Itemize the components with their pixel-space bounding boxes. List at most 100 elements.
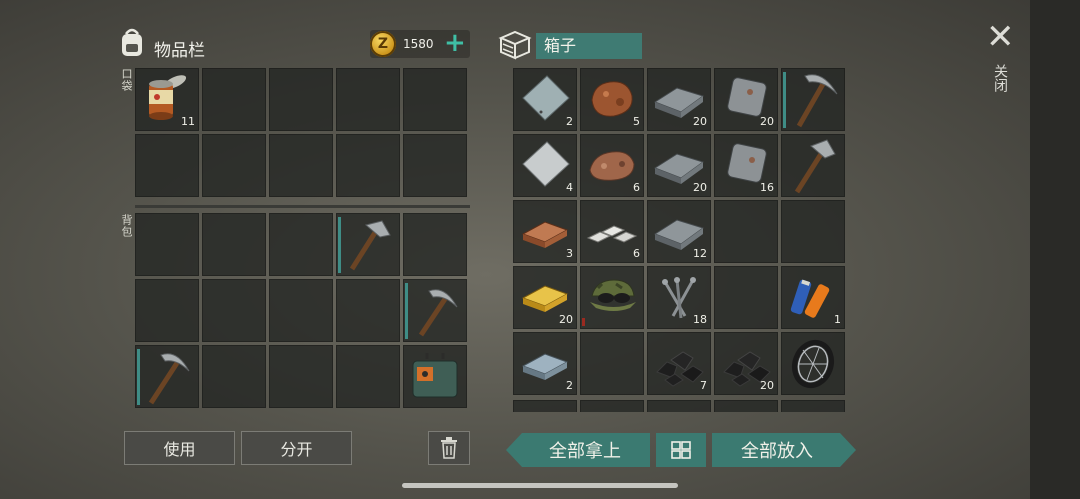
take-all-button[interactable]: 全部拿上: [520, 433, 650, 467]
box-slot[interactable]: [513, 400, 577, 412]
box-slot[interactable]: 3: [513, 200, 577, 263]
box-slot[interactable]: 6: [580, 200, 644, 263]
backpack-slot[interactable]: [403, 345, 467, 408]
backpack-slot[interactable]: [135, 213, 199, 276]
box-slot[interactable]: 20: [647, 68, 711, 131]
pocket-slot[interactable]: [269, 134, 333, 197]
item-count: 6: [633, 247, 640, 260]
backpack-slot[interactable]: [135, 345, 199, 408]
item-count: 3: [566, 247, 573, 260]
pocket-slot[interactable]: [202, 68, 266, 131]
close-icon[interactable]: ✕: [986, 20, 1015, 54]
backpack-slot[interactable]: [336, 213, 400, 276]
item-count: 20: [693, 115, 707, 128]
trash-button[interactable]: [428, 431, 470, 465]
box-slot[interactable]: 20: [647, 134, 711, 197]
pocket-slot[interactable]: [336, 134, 400, 197]
item-count: 20: [559, 313, 573, 326]
box-slot[interactable]: [714, 266, 778, 329]
box-slot[interactable]: 4: [513, 134, 577, 197]
backpack-slot[interactable]: [202, 279, 266, 342]
pocket-slot[interactable]: 11: [135, 68, 199, 131]
camo-cap-glasses-icon: [590, 279, 636, 311]
backpack-slot[interactable]: [135, 279, 199, 342]
backpack-slot[interactable]: [336, 279, 400, 342]
pocket-slot[interactable]: [403, 134, 467, 197]
durability-bar: [137, 349, 140, 405]
item-count: 20: [693, 181, 707, 194]
add-currency-button[interactable]: +: [444, 30, 466, 56]
use-button[interactable]: 使用: [124, 431, 235, 465]
pocket-grid: 11: [135, 68, 467, 197]
coin-icon: Z: [370, 31, 396, 57]
item-count: 7: [700, 379, 707, 392]
currency-amount: 1580: [403, 37, 434, 51]
put-all-button[interactable]: 全部放入: [712, 433, 842, 467]
pocket-slot[interactable]: [202, 134, 266, 197]
box-slot[interactable]: [580, 400, 644, 412]
box-slot[interactable]: 2: [513, 332, 577, 395]
box-slot[interactable]: 5: [580, 68, 644, 131]
pocket-slot[interactable]: [269, 68, 333, 131]
pickaxe-icon: [148, 353, 190, 405]
hammer-icon: [349, 220, 391, 271]
sort-button[interactable]: [656, 433, 706, 467]
box-slot[interactable]: [781, 68, 845, 131]
item-count: 2: [566, 115, 573, 128]
box-slot[interactable]: [781, 134, 845, 197]
box-slot[interactable]: 12: [647, 200, 711, 263]
item-count: 5: [633, 115, 640, 128]
pickaxe-icon: [418, 289, 458, 337]
box-slot[interactable]: [580, 266, 644, 329]
box-slot[interactable]: 16: [714, 134, 778, 197]
box-slot[interactable]: [781, 332, 845, 395]
box-slot[interactable]: [714, 200, 778, 263]
item-count: 11: [181, 115, 195, 128]
box-slot[interactable]: [714, 400, 778, 412]
box-slot[interactable]: 20: [714, 332, 778, 395]
pocket-label: 口袋: [120, 68, 133, 92]
item-count: 20: [760, 379, 774, 392]
backpack-slot[interactable]: [269, 279, 333, 342]
backpack-slot[interactable]: [403, 213, 467, 276]
box-name-field[interactable]: 箱子: [536, 33, 642, 59]
backpack-slot[interactable]: [269, 213, 333, 276]
box-slot[interactable]: 1: [781, 266, 845, 329]
box-slot[interactable]: [580, 332, 644, 395]
home-indicator: [402, 483, 678, 488]
backpack-slot[interactable]: [269, 345, 333, 408]
pocket-slot[interactable]: [135, 134, 199, 197]
box-grid-overflow-row: [513, 400, 848, 412]
inventory-title: 物品栏: [154, 41, 205, 61]
backpack-slot[interactable]: [202, 213, 266, 276]
backpack-slot[interactable]: [403, 279, 467, 342]
box-slot[interactable]: 2: [513, 68, 577, 131]
backpack-slot[interactable]: [336, 345, 400, 408]
backpack-slot[interactable]: [202, 345, 266, 408]
item-count: 12: [693, 247, 707, 260]
wheel-icon: [791, 339, 835, 389]
backpack-icon: [117, 26, 147, 58]
toolbox-icon: [412, 353, 458, 398]
item-count: 20: [760, 115, 774, 128]
box-slot[interactable]: 20: [513, 266, 577, 329]
durability-bar: [405, 283, 408, 339]
hammer-icon: [794, 139, 836, 194]
box-slot[interactable]: [781, 400, 845, 412]
box-slot[interactable]: 20: [714, 68, 778, 131]
close-label[interactable]: 关闭: [990, 64, 1010, 92]
box-slot[interactable]: 18: [647, 266, 711, 329]
durability-bar: [338, 217, 341, 273]
box-slot[interactable]: [647, 400, 711, 412]
backpack-label: 背包: [120, 214, 133, 238]
pocket-slot[interactable]: [403, 68, 467, 131]
item-count: 16: [760, 181, 774, 194]
box-slot[interactable]: 6: [580, 134, 644, 197]
split-button[interactable]: 分开: [241, 431, 352, 465]
pocket-slot[interactable]: [336, 68, 400, 131]
box-slot[interactable]: 7: [647, 332, 711, 395]
item-count: 18: [693, 313, 707, 326]
box-slot[interactable]: [781, 200, 845, 263]
item-count: 2: [566, 379, 573, 392]
item-count: 6: [633, 181, 640, 194]
